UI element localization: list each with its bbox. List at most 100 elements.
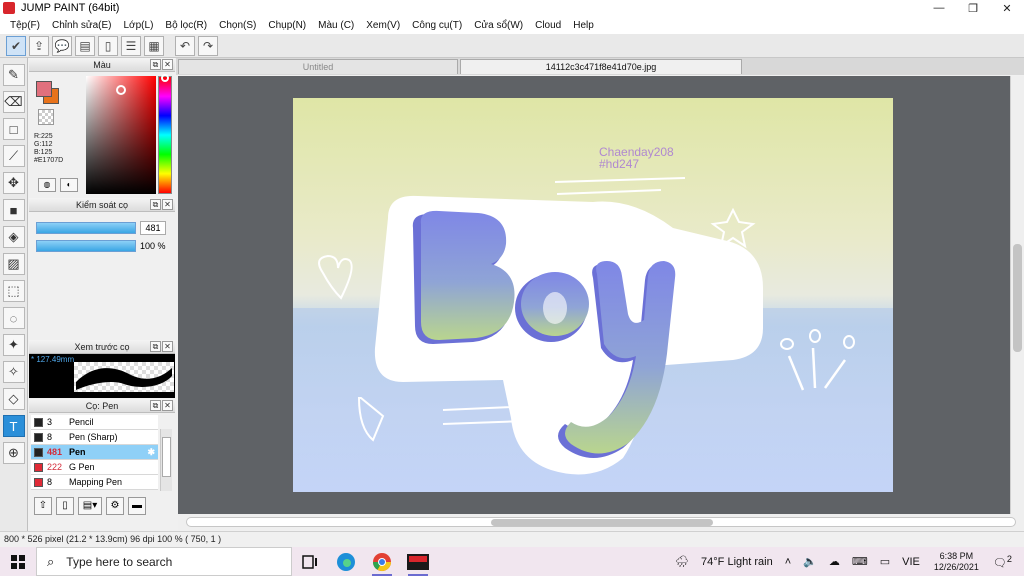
brush-size-slider[interactable] bbox=[36, 222, 136, 234]
vertical-scroll-thumb[interactable] bbox=[1013, 244, 1022, 352]
brush-item-pen[interactable]: 481 Pen ✱ bbox=[31, 445, 158, 460]
restore-button[interactable]: ❐ bbox=[956, 0, 990, 16]
page-icon[interactable]: ▯ bbox=[98, 35, 118, 56]
hue-knob[interactable] bbox=[161, 74, 169, 82]
fill-rect-tool-icon[interactable]: ■ bbox=[2, 199, 25, 221]
edge-browser-icon[interactable] bbox=[328, 547, 364, 576]
start-button[interactable] bbox=[0, 547, 36, 576]
cloud-icon[interactable]: ☁ bbox=[829, 555, 840, 568]
menu-select[interactable]: Chọn(S) bbox=[213, 20, 262, 31]
display-icon[interactable]: ▭ bbox=[880, 555, 890, 568]
language-indicator[interactable]: VIE bbox=[902, 556, 920, 568]
brush-item-pen-sharp[interactable]: 8 Pen (Sharp) bbox=[31, 430, 158, 445]
jump-paint-taskbar-icon[interactable] bbox=[400, 547, 436, 576]
close-icon[interactable]: ✕ bbox=[162, 59, 173, 70]
main-color-swatch[interactable] bbox=[36, 81, 52, 97]
layers-icon[interactable]: ☰ bbox=[121, 35, 141, 56]
transparent-color-swatch[interactable] bbox=[38, 109, 54, 125]
brush-cloud-icon[interactable]: ⇧ bbox=[34, 497, 52, 515]
clock-date: 12/26/2021 bbox=[933, 561, 979, 572]
palette-icon[interactable]: ◍ bbox=[38, 178, 56, 192]
menu-color[interactable]: Màu (C) bbox=[312, 20, 360, 31]
tab-untitled[interactable]: Untitled bbox=[178, 59, 458, 74]
menu-tools[interactable]: Công cụ(T) bbox=[406, 20, 468, 31]
undock-icon[interactable]: ⧉ bbox=[150, 400, 161, 411]
color-panel-header: Màu ⧉ ✕ bbox=[29, 58, 175, 72]
close-button[interactable]: ✕ bbox=[990, 0, 1024, 16]
menu-filter[interactable]: Bộ lọc(R) bbox=[159, 20, 213, 31]
marquee-tool-icon[interactable]: ⬚ bbox=[2, 280, 25, 302]
lasso-tool-icon[interactable]: ◌ bbox=[2, 307, 25, 329]
undock-icon[interactable]: ⧉ bbox=[150, 341, 161, 352]
gear-icon[interactable]: ✱ bbox=[147, 447, 155, 458]
vertical-scrollbar[interactable] bbox=[1010, 76, 1024, 514]
bucket-tool-icon[interactable]: ◈ bbox=[2, 226, 25, 248]
gradient-tool-icon[interactable]: ▨ bbox=[2, 253, 25, 275]
brush-item-mapping-pen[interactable]: 8 Mapping Pen bbox=[31, 475, 158, 490]
close-icon[interactable]: ✕ bbox=[162, 341, 173, 352]
tab-image-file[interactable]: 14112c3c471f8e41d70e.jpg bbox=[460, 59, 742, 74]
grid-icon[interactable]: ▦ bbox=[144, 35, 164, 56]
menu-edit[interactable]: Chỉnh sửa(E) bbox=[46, 20, 118, 31]
horizontal-scrollbar[interactable] bbox=[178, 514, 1024, 530]
check-icon[interactable]: ✔ bbox=[6, 35, 26, 56]
color-wheel-icon[interactable]: ◐ bbox=[60, 178, 78, 192]
notification-icon[interactable]: 🗨2 bbox=[993, 554, 1012, 570]
brush-settings-icon[interactable]: ⚙ bbox=[106, 497, 124, 515]
drawing-canvas[interactable]: Chaenday208 #hd247 bbox=[293, 98, 893, 492]
move-tool-icon[interactable]: ✥ bbox=[2, 172, 25, 194]
comment-icon[interactable]: ▤ bbox=[75, 35, 95, 56]
new-brush-icon[interactable]: ▯ bbox=[56, 497, 74, 515]
weather-text[interactable]: 74°F Light rain bbox=[701, 556, 773, 568]
undock-icon[interactable]: ⧉ bbox=[150, 59, 161, 70]
main-toolbar: ✔ ⇪ 💬 ▤ ▯ ☰ ▦ ↶ ↷ bbox=[0, 34, 1024, 58]
menu-capture[interactable]: Chụp(N) bbox=[262, 20, 312, 31]
brush-item-g-pen[interactable]: 222 G Pen bbox=[31, 460, 158, 475]
operation-tool-icon[interactable]: ⊕ bbox=[2, 442, 25, 464]
redo-icon[interactable]: ↷ bbox=[198, 35, 218, 56]
eraser-tool-icon[interactable]: ⌫ bbox=[2, 91, 25, 113]
undock-icon[interactable]: ⧉ bbox=[150, 199, 161, 210]
menu-layer[interactable]: Lớp(L) bbox=[118, 20, 160, 31]
select-eraser-tool-icon[interactable]: ◇ bbox=[2, 388, 25, 410]
hue-slider[interactable] bbox=[158, 74, 172, 194]
brush-size-value[interactable]: 481 bbox=[140, 221, 166, 235]
brush-menu-icon[interactable]: ▤▾ bbox=[78, 497, 102, 515]
magic-wand-tool-icon[interactable]: ✦ bbox=[2, 334, 25, 356]
chevron-up-icon[interactable]: ˄ bbox=[785, 556, 791, 568]
menu-help[interactable]: Help bbox=[567, 20, 600, 31]
folder-icon[interactable]: ▬ bbox=[128, 497, 146, 515]
menu-cloud[interactable]: Cloud bbox=[529, 20, 567, 31]
chrome-browser-icon[interactable] bbox=[364, 547, 400, 576]
picker-cursor[interactable] bbox=[116, 85, 126, 95]
canvas-workspace[interactable]: Chaenday208 #hd247 bbox=[178, 76, 1010, 514]
scroll-thumb[interactable] bbox=[162, 437, 171, 477]
menu-view[interactable]: Xem(V) bbox=[360, 20, 406, 31]
minimize-button[interactable]: — bbox=[922, 0, 956, 16]
close-icon[interactable]: ✕ bbox=[162, 400, 173, 411]
menu-window[interactable]: Cửa sổ(W) bbox=[468, 20, 529, 31]
keyboard-icon[interactable]: ⌨ bbox=[852, 555, 868, 568]
undo-icon[interactable]: ↶ bbox=[175, 35, 195, 56]
weather-icon[interactable]: 🌧 bbox=[675, 555, 689, 568]
horizontal-scroll-track[interactable] bbox=[186, 517, 1016, 527]
task-view-icon[interactable] bbox=[292, 547, 328, 576]
brush-list-scrollbar[interactable] bbox=[160, 429, 172, 491]
taskbar-search[interactable]: ⌕ Type here to search bbox=[36, 547, 292, 576]
share-icon[interactable]: ⇪ bbox=[29, 35, 49, 56]
clock[interactable]: 6:38 PM 12/26/2021 bbox=[934, 551, 979, 573]
text-tool-icon[interactable]: T bbox=[2, 415, 25, 437]
dropper-tool-icon[interactable]: ⟋ bbox=[2, 145, 25, 167]
speech-icon[interactable]: 💬 bbox=[52, 35, 72, 56]
document-tabs: Untitled 14112c3c471f8e41d70e.jpg bbox=[176, 58, 1024, 75]
magic-select-tool-icon[interactable]: ✧ bbox=[2, 361, 25, 383]
horizontal-scroll-thumb[interactable] bbox=[491, 519, 713, 526]
brush-tool-icon[interactable]: ✎ bbox=[2, 64, 25, 86]
saturation-value-picker[interactable] bbox=[86, 76, 156, 194]
brush-item-pencil[interactable]: 3 Pencil bbox=[31, 415, 158, 430]
select-rect-tool-icon[interactable]: □ bbox=[2, 118, 25, 140]
brush-opacity-slider[interactable] bbox=[36, 240, 136, 252]
volume-icon[interactable]: 🔈 bbox=[803, 555, 817, 568]
menu-file[interactable]: Tệp(F) bbox=[4, 20, 46, 31]
close-icon[interactable]: ✕ bbox=[162, 199, 173, 210]
